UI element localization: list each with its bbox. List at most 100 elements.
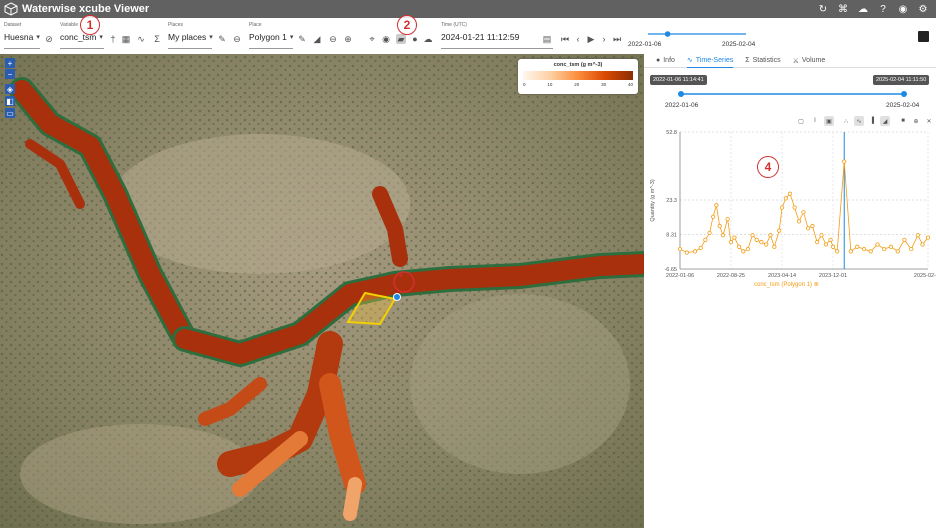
data-point[interactable] xyxy=(801,210,806,215)
data-point[interactable] xyxy=(777,228,782,233)
data-point[interactable] xyxy=(707,230,712,236)
data-point[interactable] xyxy=(759,240,764,245)
image-view-icon[interactable]: ▣ xyxy=(824,116,834,126)
data-point[interactable] xyxy=(848,249,853,254)
data-point[interactable] xyxy=(764,242,769,247)
zoom-to-place-icon[interactable]: ⊕ xyxy=(343,34,353,44)
remove-place-icon[interactable]: ⊖ xyxy=(328,34,338,44)
point-tool-icon[interactable]: ◉ xyxy=(381,34,391,44)
range-end-handle[interactable] xyxy=(901,91,907,97)
data-point[interactable] xyxy=(868,249,873,254)
time-field[interactable]: Time (UTC) 2024-01-21 11:12:59 xyxy=(441,22,519,42)
data-point[interactable] xyxy=(830,244,836,249)
share-icon[interactable]: ⌘ xyxy=(836,2,850,16)
fill-color-icon[interactable]: ◢ xyxy=(312,34,322,44)
tab-info[interactable]: ● Info xyxy=(656,54,675,68)
data-point[interactable] xyxy=(750,233,755,238)
data-point[interactable] xyxy=(779,205,785,210)
chart-legend[interactable]: conc_tsm (Polygon 1) ⊗ xyxy=(754,281,819,288)
calendar-icon[interactable]: ▤ xyxy=(542,34,552,44)
tab-time-series[interactable]: ∿ Time-Series xyxy=(686,54,734,68)
data-point[interactable] xyxy=(909,246,914,252)
data-point[interactable] xyxy=(728,240,734,245)
data-point[interactable] xyxy=(855,244,860,249)
data-point[interactable] xyxy=(815,240,820,245)
place-select[interactable]: Place Polygon 1 ▾ xyxy=(249,22,293,42)
upload-icon[interactable]: ☁ xyxy=(423,34,433,44)
next-step-icon[interactable]: › xyxy=(599,34,609,44)
statistics-icon[interactable]: Σ xyxy=(152,34,162,44)
timeseries-add-icon[interactable]: ∿ xyxy=(136,34,146,44)
data-point[interactable] xyxy=(861,246,867,252)
close-icon[interactable]: ✕ xyxy=(924,116,934,126)
select-tool-icon[interactable]: ⌖ xyxy=(367,34,377,44)
help-icon[interactable]: ? xyxy=(876,2,890,16)
area-chart-icon[interactable]: ◢ xyxy=(880,116,890,126)
add-icon[interactable]: ⊕ xyxy=(911,116,921,126)
data-point[interactable] xyxy=(819,233,824,238)
first-step-icon[interactable]: ⏮ xyxy=(560,34,570,44)
data-point[interactable] xyxy=(736,244,742,249)
data-point[interactable] xyxy=(882,246,887,252)
data-point[interactable] xyxy=(741,249,746,254)
data-point[interactable] xyxy=(925,235,931,240)
remove-icon[interactable]: ⊖ xyxy=(232,34,242,44)
pin-icon[interactable]: † xyxy=(108,34,118,44)
data-point[interactable] xyxy=(783,196,788,201)
data-point[interactable] xyxy=(823,242,829,247)
points-only-icon[interactable]: ∴ xyxy=(841,116,851,126)
data-point[interactable] xyxy=(895,249,900,254)
data-point[interactable] xyxy=(828,237,833,242)
data-point[interactable] xyxy=(710,214,716,219)
data-point[interactable] xyxy=(875,242,880,247)
tab-statistics[interactable]: Σ Statistics xyxy=(745,54,780,68)
panel-toggle-icon[interactable] xyxy=(918,31,929,42)
data-point[interactable] xyxy=(805,226,811,231)
range-start-handle[interactable] xyxy=(678,91,684,97)
polygon-vertex-handle[interactable] xyxy=(393,293,401,301)
legend-remove-icon[interactable]: ⊗ xyxy=(814,282,819,288)
zoom-in-button[interactable]: + xyxy=(5,58,15,68)
data-point[interactable] xyxy=(787,191,793,196)
data-point[interactable] xyxy=(842,159,847,164)
line-chart-icon[interactable]: ∿ xyxy=(854,116,864,126)
time-series-chart[interactable]: 52.823.38.31-6.652022-01-06 2022-08-25 202… xyxy=(644,126,936,286)
cloud-download-icon[interactable]: ☁ xyxy=(856,2,870,16)
data-point[interactable] xyxy=(920,242,925,247)
data-point[interactable] xyxy=(684,250,689,255)
table-icon[interactable]: ▦ xyxy=(121,34,131,44)
data-point[interactable] xyxy=(792,205,797,210)
data-point[interactable] xyxy=(810,223,815,229)
data-point[interactable] xyxy=(725,217,730,222)
settings-icon[interactable]: ⚙ xyxy=(916,2,930,16)
circle-tool-icon[interactable]: ● xyxy=(410,34,420,44)
dataset-info-icon[interactable]: ⊘ xyxy=(44,34,54,44)
time-slider[interactable]: 2022-01-06 2025-02-04 xyxy=(626,18,936,54)
data-point[interactable] xyxy=(720,233,726,238)
camera-icon[interactable]: ■ xyxy=(898,116,908,126)
comment-icon[interactable]: ▭ xyxy=(5,108,15,118)
data-point[interactable] xyxy=(692,249,698,254)
tab-volume[interactable]: ⚔ Volume xyxy=(793,54,826,68)
polygon-tool-icon[interactable]: ▰ xyxy=(396,34,406,44)
data-point[interactable] xyxy=(745,246,750,252)
range-slider[interactable] xyxy=(644,87,936,101)
split-map-icon[interactable]: ◧ xyxy=(5,96,15,106)
play-icon[interactable]: ▶ xyxy=(586,34,596,44)
account-icon[interactable]: ◉ xyxy=(896,2,910,16)
data-point[interactable] xyxy=(754,237,759,242)
last-step-icon[interactable]: ⏭ xyxy=(612,34,622,44)
data-point[interactable] xyxy=(732,235,737,240)
data-point[interactable] xyxy=(772,244,777,249)
edit-icon[interactable]: ✎ xyxy=(217,34,227,44)
data-point[interactable] xyxy=(902,237,907,242)
reset-zoom-icon[interactable]: ▢ xyxy=(796,116,806,126)
layers-icon[interactable]: ◈ xyxy=(5,84,15,94)
color-legend[interactable]: conc_tsm (g m^-3) 0 10 20 30 40 xyxy=(518,59,638,94)
dataset-select[interactable]: Dataset Huesna ▾ xyxy=(4,22,40,42)
error-bars-icon[interactable]: I xyxy=(810,116,820,126)
data-point[interactable] xyxy=(714,203,719,208)
data-point[interactable] xyxy=(698,245,703,251)
bar-chart-icon[interactable]: ▐ xyxy=(867,116,877,126)
previous-step-icon[interactable]: ‹ xyxy=(573,34,583,44)
